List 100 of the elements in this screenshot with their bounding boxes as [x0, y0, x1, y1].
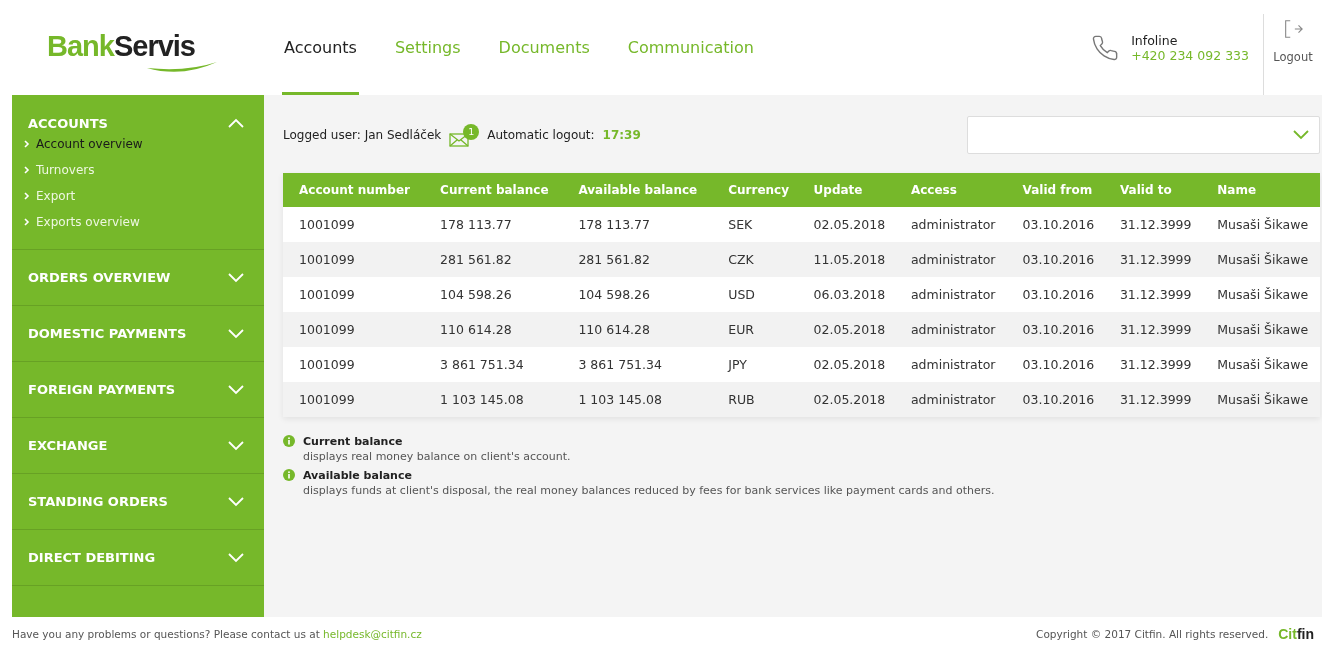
sidebar-section[interactable]: FOREIGN PAYMENTS	[12, 362, 264, 417]
table-cell: USD	[712, 277, 798, 312]
table-cell: 1001099	[283, 347, 425, 382]
table-cell: 11.05.2018	[797, 242, 895, 277]
table-cell: 03.10.2016	[1006, 277, 1104, 312]
logout-button[interactable]: Logout	[1264, 0, 1322, 95]
table-cell: 31.12.3999	[1103, 207, 1202, 242]
table-cell: 03.10.2016	[1006, 347, 1104, 382]
chevron-right-icon	[24, 218, 30, 226]
table-cell: 31.12.3999	[1103, 312, 1202, 347]
infoline-label: Infoline	[1131, 32, 1179, 48]
sidebar-section[interactable]: DIRECT DEBITING	[12, 530, 264, 585]
table-cell: JPY	[712, 347, 798, 382]
info-icon	[283, 435, 295, 447]
table-cell: 104 598.26	[562, 277, 713, 312]
table-cell: 178 113.77	[424, 207, 563, 242]
sidebar-section[interactable]: ORDERS OVERVIEW	[12, 250, 264, 305]
column-header: Update	[797, 173, 895, 207]
table-cell: 03.10.2016	[1006, 312, 1104, 347]
chevron-down-icon	[228, 384, 244, 395]
table-cell: 281 561.82	[424, 242, 563, 277]
table-cell: administrator	[894, 347, 1007, 382]
table-cell: 110 614.28	[424, 312, 563, 347]
table-cell: 02.05.2018	[797, 207, 895, 242]
table-cell: 1 103 145.08	[562, 382, 713, 417]
table-cell: 1001099	[283, 207, 425, 242]
table-cell: Musaši Šikawe	[1201, 242, 1320, 277]
table-cell: CZK	[712, 242, 798, 277]
column-header: Access	[894, 173, 1007, 207]
chevron-down-icon	[228, 440, 244, 451]
sidebar-section[interactable]: STANDING ORDERS	[12, 474, 264, 529]
table-cell: Musaši Šikawe	[1201, 347, 1320, 382]
table-cell: administrator	[894, 382, 1007, 417]
table-cell: 1001099	[283, 242, 425, 277]
chevron-up-icon	[228, 118, 244, 128]
infoline-phone: +420 234 092 333	[1131, 47, 1249, 63]
sidebar-item[interactable]: Export	[24, 183, 264, 209]
column-header: Available balance	[562, 173, 713, 207]
nav-tab[interactable]: Communication	[625, 0, 756, 95]
table-cell: 1 103 145.08	[424, 382, 563, 417]
table-cell: 1001099	[283, 312, 425, 347]
phone-icon	[1091, 33, 1120, 62]
sidebar-item[interactable]: Turnovers	[24, 157, 264, 183]
table-cell: Musaši Šikawe	[1201, 382, 1320, 417]
help-text: Have you any problems or questions? Please contact us at helpdesk@citfin.cz	[12, 627, 422, 640]
messages-button[interactable]: 1	[449, 123, 480, 147]
column-header: Name	[1201, 173, 1320, 207]
table-cell: 281 561.82	[562, 242, 713, 277]
chevron-down-icon	[1293, 130, 1309, 140]
logged-user: Logged user: Jan Sedláček	[283, 128, 442, 142]
sidebar-item[interactable]: Exports overview	[24, 209, 264, 235]
table-cell: Musaši Šikawe	[1201, 277, 1320, 312]
note-text: displays funds at client's disposal, the real money balances reduced by fees for bank services like payment cards and others.	[303, 484, 995, 497]
note-title: Current balance	[303, 435, 404, 448]
chevron-down-icon	[228, 272, 244, 283]
chevron-down-icon	[228, 496, 244, 507]
nav-tab[interactable]: Documents	[496, 0, 592, 95]
sidebar-item[interactable]: Account overview	[24, 131, 264, 157]
table-cell: 31.12.3999	[1103, 382, 1202, 417]
table-cell: administrator	[894, 312, 1007, 347]
table-cell: 110 614.28	[562, 312, 713, 347]
chevron-right-icon	[24, 192, 30, 200]
column-header: Account number	[283, 173, 425, 207]
table-cell: EUR	[712, 312, 798, 347]
table-cell: administrator	[894, 277, 1007, 312]
column-header: Currency	[712, 173, 798, 207]
table-cell: Musaši Šikawe	[1201, 312, 1320, 347]
table-cell: 03.10.2016	[1006, 207, 1104, 242]
account-select[interactable]	[967, 116, 1320, 154]
column-header: Valid to	[1103, 173, 1202, 207]
sidebar-section[interactable]: DOMESTIC PAYMENTS	[12, 306, 264, 361]
chevron-right-icon	[24, 140, 30, 148]
table-cell: 02.05.2018	[797, 312, 895, 347]
table-cell: 1001099	[283, 382, 425, 417]
table-cell: 06.03.2018	[797, 277, 895, 312]
table-cell: 03.10.2016	[1006, 242, 1104, 277]
info-icon	[283, 469, 295, 481]
chevron-down-icon	[228, 552, 244, 563]
column-header: Current balance	[424, 173, 563, 207]
table-cell: 3 861 751.34	[562, 347, 713, 382]
table-cell: administrator	[894, 207, 1007, 242]
citfin-logo: Citfin	[1278, 625, 1314, 642]
table-cell: 31.12.3999	[1103, 277, 1202, 312]
bankservis-logo: BankServis	[47, 27, 217, 74]
table-cell: 178 113.77	[562, 207, 713, 242]
table-cell: 1001099	[283, 277, 425, 312]
note-text: displays real money balance on client's account.	[303, 450, 571, 463]
table-cell: 02.05.2018	[797, 347, 895, 382]
nav-tab[interactable]: Settings	[392, 0, 463, 95]
chevron-down-icon	[228, 328, 244, 339]
table-cell: administrator	[894, 242, 1007, 277]
table-cell: 31.12.3999	[1103, 347, 1202, 382]
logout-icon	[1282, 17, 1304, 40]
logout-time: 17:39	[602, 128, 641, 142]
table-cell: 3 861 751.34	[424, 347, 563, 382]
table-cell: 03.10.2016	[1006, 382, 1104, 417]
table-cell: 104 598.26	[424, 277, 563, 312]
helpdesk-link[interactable]: helpdesk@citfin.cz	[323, 627, 422, 640]
note-title: Available balance	[303, 469, 413, 482]
sidebar-section[interactable]: EXCHANGE	[12, 418, 264, 473]
